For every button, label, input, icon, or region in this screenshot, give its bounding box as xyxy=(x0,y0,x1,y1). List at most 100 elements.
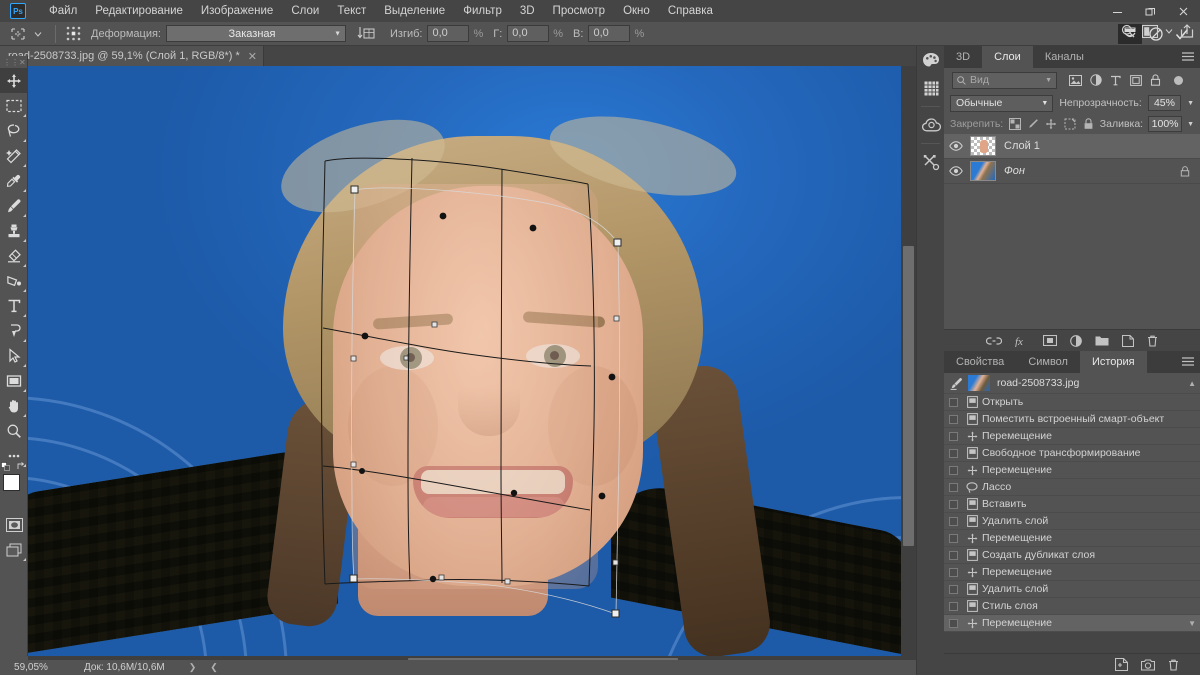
search-icon[interactable] xyxy=(1121,24,1135,38)
history-state-checkbox[interactable] xyxy=(944,465,962,475)
layer-visibility-icon[interactable] xyxy=(944,141,968,151)
new-snapshot-icon[interactable] xyxy=(1141,658,1155,671)
eraser-tool[interactable] xyxy=(0,243,28,268)
warp-v-input[interactable]: 0,0 xyxy=(588,25,631,42)
lock-transparent-pixels-icon[interactable] xyxy=(1008,117,1021,132)
color-panel-icon[interactable] xyxy=(917,46,945,74)
adjustments-panel-icon[interactable] xyxy=(917,148,945,176)
quick-mask-button[interactable] xyxy=(0,512,28,537)
toolbar-grip[interactable]: ⋮⋮ ✕ xyxy=(0,56,27,68)
rectangular-marquee-tool[interactable] xyxy=(0,93,28,118)
new-document-from-state-icon[interactable] xyxy=(1115,658,1128,671)
paint-bucket-tool[interactable] xyxy=(0,268,28,293)
change-warp-orientation-icon[interactable] xyxy=(356,25,376,43)
warp-preset-select[interactable]: Заказная ▼ xyxy=(166,25,346,42)
close-button[interactable] xyxy=(1167,0,1200,22)
menu-window[interactable]: Окно xyxy=(614,0,659,22)
history-snapshot-row[interactable]: road-2508733.jpg ▲ xyxy=(944,373,1200,394)
adjustment-filter-icon[interactable] xyxy=(1087,72,1104,89)
zoom-tool[interactable] xyxy=(0,418,28,443)
history-state-checkbox[interactable] xyxy=(944,448,962,458)
history-state-row[interactable]: Вставить xyxy=(944,496,1200,513)
history-state-checkbox[interactable] xyxy=(944,567,962,577)
history-state-checkbox[interactable] xyxy=(944,414,962,424)
tab-properties[interactable]: Свойства xyxy=(944,351,1016,373)
restore-button[interactable] xyxy=(1134,0,1167,22)
fill-value[interactable]: 100% xyxy=(1148,116,1183,132)
screen-mode-button[interactable] xyxy=(0,537,28,562)
chevron-right-icon[interactable]: ❯ xyxy=(189,662,197,673)
chevron-down-icon[interactable]: ▼ xyxy=(1188,619,1196,628)
magic-wand-tool[interactable] xyxy=(0,143,28,168)
tool-preset-caret-icon[interactable] xyxy=(28,25,48,43)
shape-filter-icon[interactable] xyxy=(1127,72,1144,89)
vertical-scroll-thumb[interactable] xyxy=(903,246,914,546)
history-state-row[interactable]: Удалить слой xyxy=(944,513,1200,530)
share-icon[interactable] xyxy=(1180,24,1194,38)
tab-channels[interactable]: Каналы xyxy=(1033,46,1096,68)
history-state-checkbox[interactable] xyxy=(944,550,962,560)
history-state-row[interactable]: Перемещение xyxy=(944,564,1200,581)
lock-artboard-icon[interactable] xyxy=(1063,117,1076,132)
clone-stamp-tool[interactable] xyxy=(0,218,28,243)
foreground-color-swatch[interactable] xyxy=(3,474,20,491)
tab-history[interactable]: История xyxy=(1079,351,1147,373)
pen-tool[interactable] xyxy=(0,318,28,343)
move-tool[interactable] xyxy=(0,68,28,93)
layer-thumbnail[interactable] xyxy=(970,161,996,181)
history-state-row[interactable]: Открыть xyxy=(944,394,1200,411)
menu-image[interactable]: Изображение xyxy=(192,0,282,22)
history-state-row[interactable]: Перемещение ▼ xyxy=(944,615,1200,632)
new-layer-icon[interactable] xyxy=(1122,334,1134,347)
history-state-checkbox[interactable] xyxy=(944,516,962,526)
canvas-area[interactable] xyxy=(28,66,916,656)
tab-3d[interactable]: 3D xyxy=(944,46,982,68)
warp-tool-icon[interactable] xyxy=(8,25,28,43)
path-selection-tool[interactable] xyxy=(0,343,28,368)
menu-edit[interactable]: Редактирование xyxy=(86,0,192,22)
canvas-vertical-scrollbar[interactable] xyxy=(901,66,916,656)
menu-3d[interactable]: 3D xyxy=(511,0,544,22)
history-state-checkbox[interactable] xyxy=(944,499,962,509)
history-state-checkbox[interactable] xyxy=(944,482,962,492)
history-state-row[interactable]: Поместить встроенный смарт-объект xyxy=(944,411,1200,428)
type-tool[interactable] xyxy=(0,293,28,318)
history-state-row[interactable]: Свободное трансформирование xyxy=(944,445,1200,462)
default-colors-icon[interactable] xyxy=(1,462,10,471)
menu-view[interactable]: Просмотр xyxy=(544,0,615,22)
history-state-row[interactable]: Стиль слоя xyxy=(944,598,1200,615)
tab-character[interactable]: Символ xyxy=(1016,351,1080,373)
filter-toggle-icon[interactable] xyxy=(1174,75,1183,85)
menu-type[interactable]: Текст xyxy=(328,0,375,22)
image-filter-icon[interactable] xyxy=(1067,72,1084,89)
opacity-chevron-down-icon[interactable]: ▼ xyxy=(1187,100,1194,107)
new-group-icon[interactable] xyxy=(1095,335,1109,346)
creative-cloud-libraries-icon[interactable] xyxy=(917,111,945,139)
rectangle-tool[interactable] xyxy=(0,368,28,393)
hand-tool[interactable] xyxy=(0,393,28,418)
type-filter-icon[interactable] xyxy=(1107,72,1124,89)
chevron-up-icon[interactable]: ▲ xyxy=(1188,379,1196,388)
history-state-row[interactable]: Перемещение xyxy=(944,462,1200,479)
blend-mode-select[interactable]: Обычные ▼ xyxy=(950,94,1054,112)
menu-help[interactable]: Справка xyxy=(659,0,722,22)
swatches-panel-icon[interactable] xyxy=(917,74,945,102)
panel-menu-icon[interactable] xyxy=(1182,52,1194,61)
menu-filter[interactable]: Фильтр xyxy=(454,0,511,22)
document-tab[interactable]: road-2508733.jpg @ 59,1% (Слой 1, RGB/8*… xyxy=(0,46,264,66)
lock-all-icon[interactable] xyxy=(1081,117,1094,132)
tab-layers[interactable]: Слои xyxy=(982,46,1033,68)
layer-filter-select[interactable]: Вид ▼ xyxy=(952,71,1057,89)
add-layer-mask-icon[interactable] xyxy=(1043,335,1057,346)
layer-thumbnail[interactable] xyxy=(970,136,996,156)
history-state-row[interactable]: Перемещение xyxy=(944,530,1200,547)
close-tab-icon[interactable]: ✕ xyxy=(248,50,257,63)
layer-row-2[interactable]: Фон xyxy=(944,159,1200,184)
history-state-row[interactable]: Перемещение xyxy=(944,428,1200,445)
history-state-checkbox[interactable] xyxy=(944,618,962,628)
layer-row-1[interactable]: Слой 1 xyxy=(944,134,1200,159)
menu-file[interactable]: Файл xyxy=(40,0,86,22)
panel-menu-icon[interactable] xyxy=(1182,357,1194,366)
lasso-tool[interactable] xyxy=(0,118,28,143)
layer-visibility-icon[interactable] xyxy=(944,166,968,176)
